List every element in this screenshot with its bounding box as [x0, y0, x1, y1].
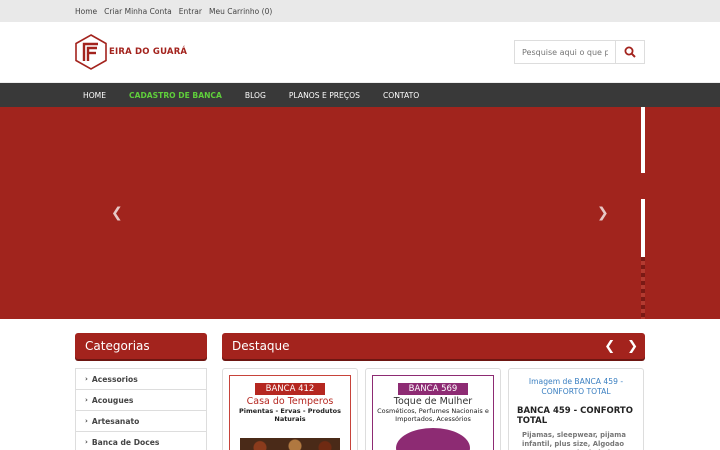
- category-item[interactable]: › Artesanato: [76, 411, 206, 432]
- chevron-right-icon: ›: [85, 417, 88, 425]
- category-list: › Acessorios › Acougues › Artesanato › Banca…: [75, 368, 207, 450]
- broken-image-alt[interactable]: Imagem de BANCA 459 - CONFORTO TOTAL: [517, 377, 635, 397]
- category-label: Banca de Doces: [91, 437, 160, 447]
- category-item[interactable]: › Banca de Doces: [76, 432, 206, 450]
- category-label: Acessorios: [91, 374, 138, 384]
- header: EIRA DO GUARÁ: [0, 22, 720, 83]
- chevron-left-icon[interactable]: ❮: [604, 339, 615, 354]
- nav-cadastro-de-banca[interactable]: CADASTRO DE BANCA: [121, 91, 222, 100]
- search-icon: [624, 46, 636, 58]
- category-item[interactable]: › Acessorios: [76, 369, 206, 390]
- banca-description: Pimentas - Ervas - Produtos Naturais: [239, 407, 341, 423]
- chevron-right-icon: ›: [85, 396, 88, 404]
- top-link-cart[interactable]: Meu Carrinho (0): [209, 7, 272, 16]
- banca-badge: BANCA 569: [397, 383, 469, 395]
- top-link-create-account[interactable]: Criar Minha Conta: [104, 7, 172, 16]
- hero-banner: ❮ ❯: [0, 107, 720, 319]
- featured-title: Destaque: [232, 339, 290, 353]
- chevron-right-icon[interactable]: ❯: [597, 205, 609, 221]
- featured-cards: BANCA 412 Casa do Temperos Pimentas - Er…: [222, 368, 645, 450]
- product-card[interactable]: BANCA 412 Casa do Temperos Pimentas - Er…: [222, 368, 358, 450]
- banca-description: Cosméticos, Perfumes Nacionais e Importa…: [377, 407, 489, 423]
- main-nav: HOME CADASTRO DE BANCA BLOG PLANOS E PRE…: [0, 83, 720, 107]
- top-link-login[interactable]: Entrar: [179, 7, 202, 16]
- category-label: Acougues: [91, 395, 134, 405]
- search-button[interactable]: [615, 40, 645, 64]
- spices-image: [240, 438, 340, 450]
- logo-icon: [75, 34, 107, 70]
- featured-heading: Destaque ❮ ❯: [222, 333, 645, 359]
- banner-edge-piece: [641, 173, 645, 199]
- logo-text: EIRA DO GUARÁ: [109, 47, 188, 57]
- search-input[interactable]: [514, 40, 615, 64]
- logo[interactable]: EIRA DO GUARÁ: [75, 34, 187, 70]
- chevron-right-icon: ›: [85, 375, 88, 383]
- featured-section: Destaque ❮ ❯ BANCA 412 Casa do Temperos …: [222, 333, 645, 450]
- nav-planos-e-precos[interactable]: PLANOS E PREÇOS: [281, 91, 360, 100]
- top-bar: Home Criar Minha Conta Entrar Meu Carrin…: [0, 0, 720, 22]
- lotus-logo-image: [396, 428, 470, 450]
- product-title[interactable]: BANCA 459 - CONFORTO TOTAL: [517, 406, 635, 426]
- product-card[interactable]: BANCA 569 Toque de Mulher Cosméticos, Pe…: [365, 368, 501, 450]
- content-area: Categorias › Acessorios › Acougues › Artesa…: [0, 333, 720, 450]
- sidebar: Categorias › Acessorios › Acougues › Artesa…: [75, 333, 207, 450]
- nav-home[interactable]: HOME: [75, 91, 106, 100]
- banca-name: Toque de Mulher: [393, 396, 473, 407]
- nav-contato[interactable]: CONTATO: [375, 91, 419, 100]
- featured-nav: ❮ ❯: [604, 339, 638, 354]
- categories-heading: Categorias: [75, 333, 207, 359]
- chevron-right-icon: ›: [85, 438, 88, 446]
- search-bar: [514, 40, 645, 64]
- banca-badge: BANCA 412: [254, 383, 326, 395]
- product-description: Pijamas, sleepwear, pijama infantil, plu…: [522, 431, 626, 450]
- banner-edge-image: [641, 257, 645, 319]
- product-image[interactable]: BANCA 569 Toque de Mulher Cosméticos, Pe…: [372, 375, 494, 450]
- category-item[interactable]: › Acougues: [76, 390, 206, 411]
- product-card[interactable]: Imagem de BANCA 459 - CONFORTO TOTAL BAN…: [508, 368, 644, 450]
- category-label: Artesanato: [91, 416, 140, 426]
- chevron-left-icon[interactable]: ❮: [111, 205, 123, 221]
- chevron-right-icon[interactable]: ❯: [627, 339, 638, 354]
- top-link-home[interactable]: Home: [75, 7, 97, 16]
- product-image[interactable]: BANCA 412 Casa do Temperos Pimentas - Er…: [229, 375, 351, 450]
- banca-name: Casa do Temperos: [246, 396, 334, 407]
- nav-blog[interactable]: BLOG: [237, 91, 266, 100]
